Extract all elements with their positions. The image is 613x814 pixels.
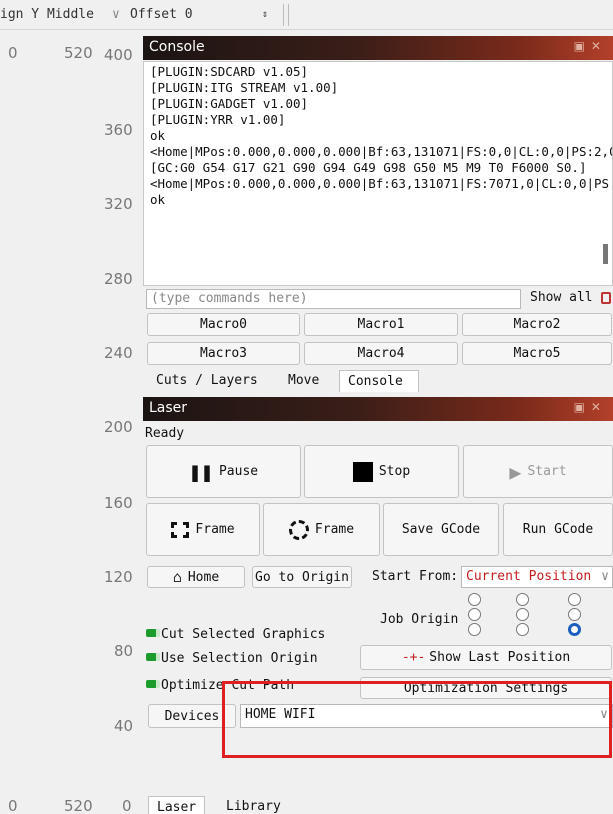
- origin-radio-mc[interactable]: [516, 608, 529, 621]
- ruler-label: 120: [104, 568, 133, 586]
- ruler-label: 0: [8, 797, 18, 814]
- cut-selected-checkbox[interactable]: Cut Selected Graphics: [146, 627, 325, 642]
- show-last-position-button[interactable]: -+- Show Last Position: [360, 645, 612, 670]
- pause-button[interactable]: ❚❚ Pause: [146, 445, 301, 498]
- job-origin-label: Job Origin: [380, 612, 459, 627]
- highlight-annotation: [222, 681, 612, 758]
- home-icon: ⌂: [172, 568, 182, 586]
- align-y-select[interactable]: ign Y Middle: [0, 7, 94, 22]
- top-toolbar: ign Y Middle ∨ Offset 0 ⇕: [0, 0, 613, 30]
- ruler-label: 360: [104, 121, 133, 139]
- macro5-button[interactable]: Macro5: [462, 342, 612, 365]
- tab-laser[interactable]: Laser: [148, 796, 206, 814]
- ruler-label: 0: [8, 44, 18, 62]
- console-output: [PLUGIN:SDCARD v1.05] [PLUGIN:ITG STREAM…: [143, 61, 613, 286]
- origin-radio-bc[interactable]: [516, 623, 529, 636]
- frame-circle-button[interactable]: Frame: [263, 503, 380, 556]
- toolbar-divider: [288, 4, 289, 26]
- tab-library[interactable]: Library: [218, 796, 289, 814]
- origin-radio-mr[interactable]: [568, 608, 581, 621]
- frame-rect-button[interactable]: Frame: [146, 503, 260, 556]
- origin-radio-ml[interactable]: [468, 608, 481, 621]
- pause-icon: ❚❚: [188, 459, 213, 484]
- ruler-label: 520: [64, 797, 93, 814]
- laser-titlebar: Laser ▣✕: [143, 397, 613, 421]
- start-label: Start: [527, 464, 567, 479]
- origin-radio-br-selected[interactable]: [568, 623, 581, 636]
- run-gcode-button[interactable]: Run GCode: [503, 503, 613, 556]
- panel-window-icons[interactable]: ▣✕: [574, 400, 607, 414]
- ruler-label: 200: [104, 418, 133, 436]
- command-input[interactable]: (type commands here): [146, 289, 521, 309]
- chevron-down-icon: ∨: [601, 569, 609, 584]
- ruler-label: 80: [114, 642, 134, 660]
- start-from-value: Current Position: [466, 569, 592, 584]
- macro2-button[interactable]: Macro2: [462, 313, 612, 336]
- origin-radio-tc[interactable]: [516, 593, 529, 606]
- home-label: Home: [187, 569, 220, 585]
- panel-window-icons[interactable]: ▣✕: [574, 39, 607, 53]
- start-from-select[interactable]: Current Position ∨: [461, 566, 613, 588]
- stop-label: Stop: [378, 464, 411, 479]
- save-gcode-button[interactable]: Save GCode: [383, 503, 499, 556]
- tab-move[interactable]: Move: [280, 370, 327, 392]
- ruler-label: 240: [104, 344, 133, 362]
- ruler-label: 280: [104, 270, 133, 288]
- ruler-label: 160: [104, 494, 133, 512]
- crosshair-icon: -+-: [401, 650, 426, 665]
- tab-console[interactable]: Console: [339, 370, 419, 392]
- toggle-on-icon: [146, 629, 160, 637]
- use-selection-origin-label: Use Selection Origin: [161, 651, 318, 666]
- stop-icon: [352, 461, 373, 482]
- tab-cuts-layers[interactable]: Cuts / Layers: [148, 370, 266, 392]
- macro0-button[interactable]: Macro0: [147, 313, 300, 336]
- laser-status: Ready: [145, 426, 185, 441]
- go-to-origin-button[interactable]: Go to Origin: [252, 566, 352, 588]
- show-all-checkbox[interactable]: [601, 292, 611, 304]
- home-button[interactable]: ⌂ Home: [147, 566, 245, 588]
- toggle-on-icon: [146, 653, 160, 661]
- use-selection-origin-checkbox[interactable]: Use Selection Origin: [146, 651, 318, 666]
- origin-radio-bl[interactable]: [468, 623, 481, 636]
- origin-radio-tl[interactable]: [468, 593, 481, 606]
- console-titlebar: Console ▣✕: [143, 36, 613, 60]
- show-last-position-label: Show Last Position: [429, 650, 571, 665]
- ruler-label: 0: [122, 797, 132, 814]
- ruler-label: 320: [104, 195, 133, 213]
- frame-label: Frame: [314, 522, 355, 537]
- toggle-on-icon: [146, 680, 160, 688]
- console-title: Console: [149, 39, 205, 55]
- laser-title: Laser: [149, 400, 188, 416]
- console-scrollbar[interactable]: [603, 244, 608, 264]
- ruler-label: 400: [104, 46, 133, 64]
- toolbar-divider: [283, 4, 284, 26]
- pause-label: Pause: [218, 464, 259, 479]
- macro3-button[interactable]: Macro3: [147, 342, 300, 365]
- ruler-label: 520: [64, 44, 93, 62]
- frame-circle-icon: [288, 519, 309, 540]
- spin-icon[interactable]: ⇕: [262, 9, 268, 20]
- offset-field[interactable]: Offset 0: [130, 7, 193, 22]
- origin-radio-tr[interactable]: [568, 593, 581, 606]
- frame-rect-icon: [171, 521, 190, 538]
- show-all-label: Show all: [530, 290, 593, 305]
- play-icon: ▶: [509, 459, 522, 484]
- macro4-button[interactable]: Macro4: [304, 342, 458, 365]
- cut-selected-label: Cut Selected Graphics: [161, 627, 326, 642]
- vertical-ruler: 0 520 400 360 320 280 240 200 160 120 80…: [0, 30, 143, 814]
- macro1-button[interactable]: Macro1: [304, 313, 458, 336]
- ruler-label: 40: [114, 717, 134, 735]
- chevron-down-icon[interactable]: ∨: [112, 7, 120, 22]
- start-from-label: Start From:: [372, 569, 459, 584]
- frame-label: Frame: [195, 522, 235, 537]
- stop-button[interactable]: Stop: [304, 445, 459, 498]
- start-button[interactable]: ▶ Start: [463, 445, 613, 498]
